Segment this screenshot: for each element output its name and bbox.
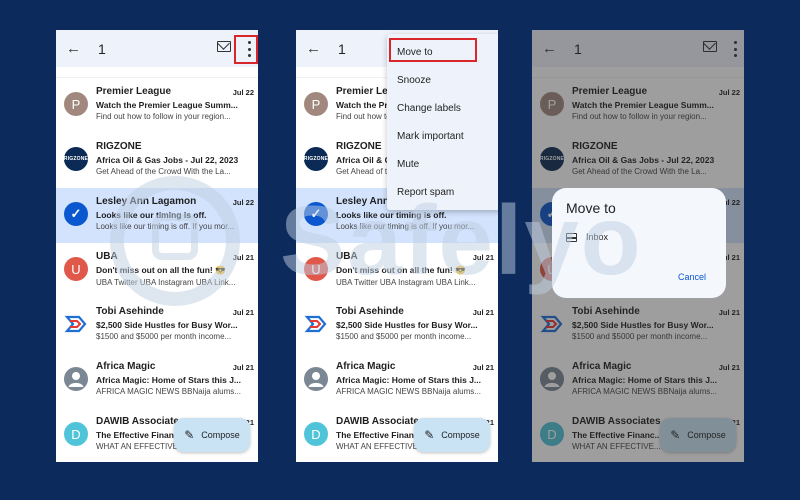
- compose-button[interactable]: ✎ Compose: [414, 418, 490, 452]
- phone-screen-1: ← 1 P Premier League Jul 22 Watch the Premi…: [56, 30, 258, 462]
- email-date: Jul 21: [472, 308, 494, 317]
- back-arrow-icon[interactable]: ←: [306, 40, 326, 57]
- sender-avatar[interactable]: U: [304, 257, 328, 281]
- email-sender: Tobi Asehinde: [96, 306, 164, 317]
- menu-item-snooze[interactable]: Snooze: [387, 66, 498, 94]
- move-to-highlight: [389, 38, 477, 62]
- compose-label: Compose: [441, 430, 480, 440]
- email-subject: Africa Magic: Home of Stars this J...: [96, 375, 242, 385]
- sender-avatar[interactable]: D: [304, 422, 328, 446]
- email-row[interactable]: ✓ Lesley Ann Lagamon Jul 22 Looks like our …: [56, 188, 258, 243]
- email-sender: Premier League: [96, 86, 172, 97]
- email-row[interactable]: Africa Magic Jul 21 Africa Magic: Home of …: [296, 353, 498, 408]
- email-list: P Premier League Jul 22 Watch the Premier L…: [56, 78, 258, 462]
- dialog-option-inbox[interactable]: Inbox: [566, 232, 712, 242]
- email-snippet: $1500 and $5000 per month income...: [336, 332, 472, 341]
- email-snippet: $1500 and $5000 per month income...: [96, 332, 232, 341]
- list-top-gap: [56, 67, 258, 78]
- email-subject: Africa Magic: Home of Stars this J...: [336, 375, 482, 385]
- email-row[interactable]: P Premier League Jul 22 Watch the Premier L…: [56, 78, 258, 133]
- email-sender: UBA: [336, 251, 358, 262]
- email-snippet: Get Ahead of the Crowd With the La...: [96, 167, 231, 176]
- email-date: Jul 21: [472, 363, 494, 372]
- email-subject: Don't miss out on all the fun! 😎: [96, 265, 226, 275]
- menu-item-mute[interactable]: Mute: [387, 150, 498, 178]
- selected-count: 1: [98, 40, 106, 57]
- mark-unread-icon[interactable]: [217, 41, 231, 52]
- sender-avatar[interactable]: RIGZONE: [64, 147, 88, 171]
- sender-avatar[interactable]: RIGZONE: [304, 147, 328, 171]
- email-row[interactable]: Africa Magic Jul 21 Africa Magic: Home of …: [56, 353, 258, 408]
- email-subject: $2,500 Side Hustles for Busy Wor...: [336, 320, 478, 330]
- sender-avatar[interactable]: ✓: [64, 202, 88, 226]
- email-subject: Watch the Premier League Summ...: [96, 100, 238, 110]
- phone-screen-3: ← 1 P Premier League Jul 22 Watch the Premi…: [532, 30, 744, 462]
- email-row[interactable]: Tobi Asehinde Jul 21 $2,500 Side Hustles f…: [56, 298, 258, 353]
- dialog-option-label: Inbox: [586, 232, 609, 242]
- compose-button[interactable]: ✎ Compose: [174, 418, 250, 452]
- email-sender: Tobi Asehinde: [336, 306, 404, 317]
- selected-count: 1: [338, 40, 346, 57]
- email-snippet: AFRICA MAGIC NEWS BBNaija alums...: [96, 387, 241, 396]
- email-date: Jul 21: [472, 253, 494, 262]
- email-subject: Looks like our timing is off.: [96, 210, 207, 220]
- back-arrow-icon[interactable]: ←: [66, 40, 86, 57]
- email-date: Jul 21: [232, 253, 254, 262]
- email-subject: Looks like our timing is off.: [336, 210, 447, 220]
- email-snippet: Looks like our timing is off. If you mor…: [96, 222, 235, 231]
- email-sender: Africa Magic: [336, 361, 396, 372]
- email-sender: RIGZONE: [96, 141, 142, 152]
- email-subject: $2,500 Side Hustles for Busy Wor...: [96, 320, 238, 330]
- email-date: Jul 21: [232, 308, 254, 317]
- email-snippet: AFRICA MAGIC NEWS BBNaija alums...: [336, 387, 481, 396]
- email-sender: UBA: [96, 251, 118, 262]
- email-snippet: UBA Twitter UBA Instagram UBA Link...: [96, 278, 236, 287]
- email-sender: Africa Magic: [96, 361, 156, 372]
- email-date: Jul 21: [232, 363, 254, 372]
- email-row[interactable]: U UBA Jul 21 Don't miss out on all the fun!…: [56, 243, 258, 298]
- sender-avatar[interactable]: P: [64, 92, 88, 116]
- inbox-icon: [566, 232, 577, 242]
- tobi-logo-icon[interactable]: [304, 312, 328, 336]
- cancel-button[interactable]: Cancel: [678, 272, 706, 282]
- sender-avatar[interactable]: D: [64, 422, 88, 446]
- more-options-highlight: [234, 35, 258, 64]
- email-date: Jul 22: [232, 198, 254, 207]
- sender-avatar[interactable]: ✓: [304, 202, 328, 226]
- email-row[interactable]: RIGZONE RIGZONE Africa Oil & Gas Jobs - Ju…: [56, 133, 258, 188]
- pencil-icon: ✎: [424, 428, 435, 442]
- tobi-logo-icon[interactable]: [64, 312, 88, 336]
- email-snippet: UBA Twitter UBA Instagram UBA Link...: [336, 278, 476, 287]
- sender-avatar[interactable]: U: [64, 257, 88, 281]
- person-avatar-icon[interactable]: [304, 367, 328, 391]
- sender-avatar[interactable]: P: [304, 92, 328, 116]
- dialog-title: Move to: [566, 200, 616, 216]
- email-sender: Lesley Ann Lagamon: [96, 196, 197, 207]
- menu-item-change-labels[interactable]: Change labels: [387, 94, 498, 122]
- email-date: Jul 22: [232, 88, 254, 97]
- menu-item-mark-important[interactable]: Mark important: [387, 122, 498, 150]
- menu-item-report-spam[interactable]: Report spam: [387, 178, 498, 206]
- compose-label: Compose: [201, 430, 240, 440]
- top-app-bar: ← 1: [56, 30, 258, 67]
- email-row[interactable]: Tobi Asehinde Jul 21 $2,500 Side Hustles f…: [296, 298, 498, 353]
- phone-screen-2: ← 1 PPremier LeagueJul 22Watch the Premi…: [296, 30, 498, 462]
- email-snippet: Looks like our timing is off. If you mor…: [336, 222, 475, 231]
- email-subject: Don't miss out on all the fun! 😎: [336, 265, 466, 275]
- person-avatar-icon[interactable]: [64, 367, 88, 391]
- move-to-dialog: Move to Inbox Cancel: [552, 188, 726, 298]
- email-row[interactable]: U UBA Jul 21 Don't miss out on all the fun!…: [296, 243, 498, 298]
- email-snippet: Find out how to follow in your region...: [96, 112, 231, 121]
- email-subject: Africa Oil & Gas Jobs - Jul 22, 2023: [96, 155, 239, 165]
- pencil-icon: ✎: [184, 428, 195, 442]
